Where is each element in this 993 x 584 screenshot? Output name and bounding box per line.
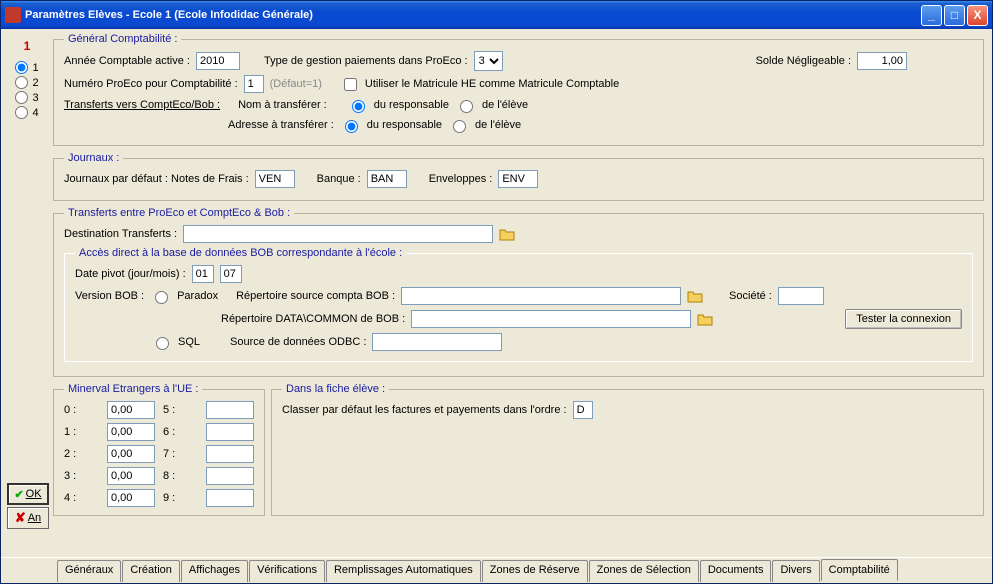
acces-group: Accès direct à la base de données BOB co… <box>64 247 973 362</box>
nom-eleve-radio[interactable] <box>460 100 473 113</box>
sidebar: 1 1 2 3 4 <box>1 29 53 557</box>
annee-input[interactable] <box>196 52 240 70</box>
general-group: Général Comptabilité : Année Comptable a… <box>53 33 984 146</box>
pivot-label: Date pivot (jour/mois) : <box>75 268 186 280</box>
minimize-button[interactable]: _ <box>921 5 942 26</box>
minerval-2[interactable] <box>107 445 155 463</box>
dest-label: Destination Transferts : <box>64 228 177 240</box>
minerval-1[interactable] <box>107 423 155 441</box>
matricule-checkbox[interactable] <box>344 78 357 91</box>
solde-input[interactable] <box>857 52 907 70</box>
sidebar-radio-4[interactable] <box>15 106 28 119</box>
numero-label: Numéro ProEco pour Comptabilité : <box>64 78 238 90</box>
tab-affichages[interactable]: Affichages <box>181 560 248 582</box>
pivot-jour-input[interactable] <box>192 265 214 283</box>
folder-icon[interactable] <box>697 312 713 326</box>
sidebar-radio-3[interactable] <box>15 91 28 104</box>
window-title: Paramètres Elèves - Ecole 1 (Ecole Infod… <box>25 9 921 21</box>
classer-input[interactable] <box>573 401 593 419</box>
cross-icon: ✘ <box>15 510 26 526</box>
version-label: Version BOB : <box>75 290 144 302</box>
ok-button[interactable]: ✔OK <box>7 483 49 505</box>
tester-button[interactable]: Tester la connexion <box>845 309 962 329</box>
env-label: Enveloppes : <box>429 173 493 185</box>
journaux-legend: Journaux : <box>64 152 123 164</box>
sidebar-header: 1 <box>24 39 31 53</box>
dest-input[interactable] <box>183 225 493 243</box>
odbc-input[interactable] <box>372 333 502 351</box>
paradox-radio[interactable] <box>155 291 168 304</box>
tab-documents[interactable]: Documents <box>700 560 772 582</box>
check-icon: ✔ <box>14 488 23 501</box>
rep-compta-label: Répertoire source compta BOB : <box>236 290 395 302</box>
minerval-6[interactable] <box>206 423 254 441</box>
general-legend: Général Comptabilité : <box>64 33 181 45</box>
numero-hint: (Défaut=1) <box>270 78 322 90</box>
tab-cr-ation[interactable]: Création <box>122 560 180 582</box>
env-input[interactable] <box>498 170 538 188</box>
fiche-legend: Dans la fiche élève : <box>282 383 389 395</box>
tab-bar: GénérauxCréationAffichagesVérificationsR… <box>1 557 992 583</box>
tab-zones-de-r-serve[interactable]: Zones de Réserve <box>482 560 588 582</box>
rep-common-input[interactable] <box>411 310 691 328</box>
minerval-8[interactable] <box>206 467 254 485</box>
banque-input[interactable] <box>367 170 407 188</box>
pivot-mois-input[interactable] <box>220 265 242 283</box>
close-button[interactable]: X <box>967 5 988 26</box>
adr-eleve-radio[interactable] <box>453 120 466 133</box>
transferts-group: Transferts entre ProEco et ComptEco & Bo… <box>53 207 984 377</box>
maximize-button[interactable]: □ <box>944 5 965 26</box>
rep-compta-input[interactable] <box>401 287 681 305</box>
minerval-5[interactable] <box>206 401 254 419</box>
solde-label: Solde Négligeable : <box>756 55 851 67</box>
cancel-button[interactable]: ✘An <box>7 507 49 529</box>
tab-zones-de-s-lection[interactable]: Zones de Sélection <box>589 560 699 582</box>
minerval-0[interactable] <box>107 401 155 419</box>
societe-input[interactable] <box>778 287 824 305</box>
minerval-group: Minerval Etrangers à l'UE : 0 : 5 : 1 : … <box>53 383 265 516</box>
titlebar: Paramètres Elèves - Ecole 1 (Ecole Infod… <box>1 1 992 29</box>
minerval-9[interactable] <box>206 489 254 507</box>
tab-comptabilit-[interactable]: Comptabilité <box>821 559 898 581</box>
classer-label: Classer par défaut les factures et payem… <box>282 404 567 416</box>
sidebar-radio-2[interactable] <box>15 76 28 89</box>
adr-label: Adresse à transférer : <box>228 119 334 131</box>
tab-divers[interactable]: Divers <box>772 560 819 582</box>
societe-label: Société : <box>729 290 772 302</box>
matricule-label: Utiliser le Matricule HE comme Matricule… <box>365 78 619 90</box>
tab-v-rifications[interactable]: Vérifications <box>249 560 325 582</box>
sql-radio[interactable] <box>156 337 169 350</box>
folder-icon[interactable] <box>499 227 515 241</box>
tab-remplissages-automatiques[interactable]: Remplissages Automatiques <box>326 560 481 582</box>
nom-resp-radio[interactable] <box>352 100 365 113</box>
transferts-label: Transferts vers ComptEco/Bob : <box>64 99 220 111</box>
rep-common-label: Répertoire DATA\COMMON de BOB : <box>221 313 405 325</box>
odbc-label: Source de données ODBC : <box>230 336 366 348</box>
folder-icon[interactable] <box>687 289 703 303</box>
minerval-4[interactable] <box>107 489 155 507</box>
minerval-legend: Minerval Etrangers à l'UE : <box>64 383 202 395</box>
adr-resp-radio[interactable] <box>345 120 358 133</box>
numero-input[interactable] <box>244 75 264 93</box>
minerval-7[interactable] <box>206 445 254 463</box>
nom-label: Nom à transférer : <box>238 99 327 111</box>
type-select[interactable]: 3 <box>474 51 503 71</box>
defaut-label: Journaux par défaut : Notes de Frais : <box>64 173 249 185</box>
tab-g-n-raux[interactable]: Généraux <box>57 560 121 582</box>
acces-legend: Accès direct à la base de données BOB co… <box>75 247 406 259</box>
journaux-group: Journaux : Journaux par défaut : Notes d… <box>53 152 984 201</box>
app-icon <box>5 7 21 23</box>
notes-input[interactable] <box>255 170 295 188</box>
fiche-group: Dans la fiche élève : Classer par défaut… <box>271 383 984 516</box>
minerval-3[interactable] <box>107 467 155 485</box>
annee-label: Année Comptable active : <box>64 55 190 67</box>
banque-label: Banque : <box>317 173 361 185</box>
type-label: Type de gestion paiements dans ProEco : <box>264 55 468 67</box>
transferts-legend: Transferts entre ProEco et ComptEco & Bo… <box>64 207 294 219</box>
sidebar-radio-1[interactable] <box>15 61 28 74</box>
